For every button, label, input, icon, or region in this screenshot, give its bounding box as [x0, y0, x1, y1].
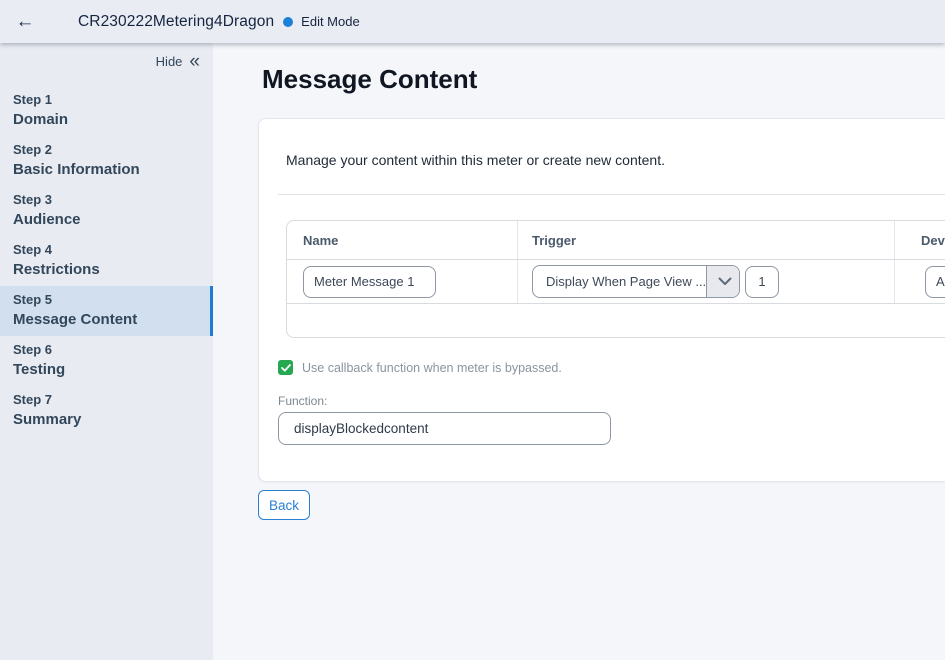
back-arrow-icon[interactable]: ← [12, 9, 38, 35]
function-input[interactable] [278, 412, 611, 445]
trigger-select[interactable]: Display When Page View ... [532, 265, 740, 298]
steps-nav: Step 1 Domain Step 2 Basic Information S… [0, 86, 213, 436]
back-button[interactable]: Back [258, 490, 310, 520]
step-name: Domain [13, 110, 197, 129]
table-row: Display When Page View ... [287, 260, 945, 304]
chevron-down-icon [706, 266, 740, 297]
sidebar-item-restrictions[interactable]: Step 4 Restrictions [0, 236, 213, 286]
step-name: Audience [13, 210, 197, 229]
messages-table: Name Trigger Device Display W [286, 220, 945, 338]
checkmark-icon [281, 364, 291, 372]
collapse-sidebar-icon: « [189, 55, 200, 69]
table-footer-spacer [287, 304, 945, 337]
top-bar: ← CR230222Metering4Dragon Edit Mode [0, 0, 945, 43]
step-name: Testing [13, 360, 197, 379]
trigger-select-value: Display When Page View ... [533, 266, 706, 297]
device-input[interactable] [925, 266, 945, 298]
column-header-trigger: Trigger [518, 233, 576, 248]
meter-title: CR230222Metering4Dragon [78, 13, 274, 31]
step-label: Step 5 [13, 292, 197, 308]
edit-mode-label: Edit Mode [301, 14, 360, 29]
callback-row: Use callback function when meter is bypa… [278, 360, 945, 375]
trigger-count-input[interactable] [745, 266, 779, 298]
step-label: Step 6 [13, 342, 197, 358]
sidebar-item-message-content[interactable]: Step 5 Message Content [0, 286, 213, 336]
step-label: Step 2 [13, 142, 197, 158]
column-header-name: Name [287, 233, 338, 248]
page-title: Message Content [262, 63, 945, 95]
page-layout: Hide « Step 1 Domain Step 2 Basic Inform… [0, 43, 945, 660]
steps-sidebar: Hide « Step 1 Domain Step 2 Basic Inform… [0, 43, 213, 660]
sidebar-item-testing[interactable]: Step 6 Testing [0, 336, 213, 386]
step-name: Summary [13, 410, 197, 429]
intro-text: Manage your content within this meter or… [286, 152, 945, 168]
sidebar-item-summary[interactable]: Step 7 Summary [0, 386, 213, 436]
step-name: Basic Information [13, 160, 197, 179]
sidebar-item-basic-information[interactable]: Step 2 Basic Information [0, 136, 213, 186]
function-label: Function: [278, 394, 945, 408]
step-label: Step 7 [13, 392, 197, 408]
column-header-device: Device [895, 233, 945, 248]
message-content-card: Manage your content within this meter or… [258, 118, 945, 482]
step-label: Step 3 [13, 192, 197, 208]
main-content: Message Content Manage your content with… [213, 43, 945, 660]
hide-label: Hide [156, 54, 183, 69]
edit-mode-dot-icon [283, 17, 293, 27]
hide-sidebar-toggle[interactable]: Hide « [0, 43, 213, 69]
step-label: Step 4 [13, 242, 197, 258]
step-label: Step 1 [13, 92, 197, 108]
callback-checkbox-label: Use callback function when meter is bypa… [302, 361, 562, 375]
card-divider [278, 194, 945, 195]
step-name: Message Content [13, 310, 197, 329]
step-name: Restrictions [13, 260, 197, 279]
table-header-row: Name Trigger Device [287, 221, 945, 260]
message-name-input[interactable] [303, 266, 436, 298]
sidebar-item-audience[interactable]: Step 3 Audience [0, 186, 213, 236]
sidebar-item-domain[interactable]: Step 1 Domain [0, 86, 213, 136]
callback-checkbox[interactable] [278, 360, 293, 375]
